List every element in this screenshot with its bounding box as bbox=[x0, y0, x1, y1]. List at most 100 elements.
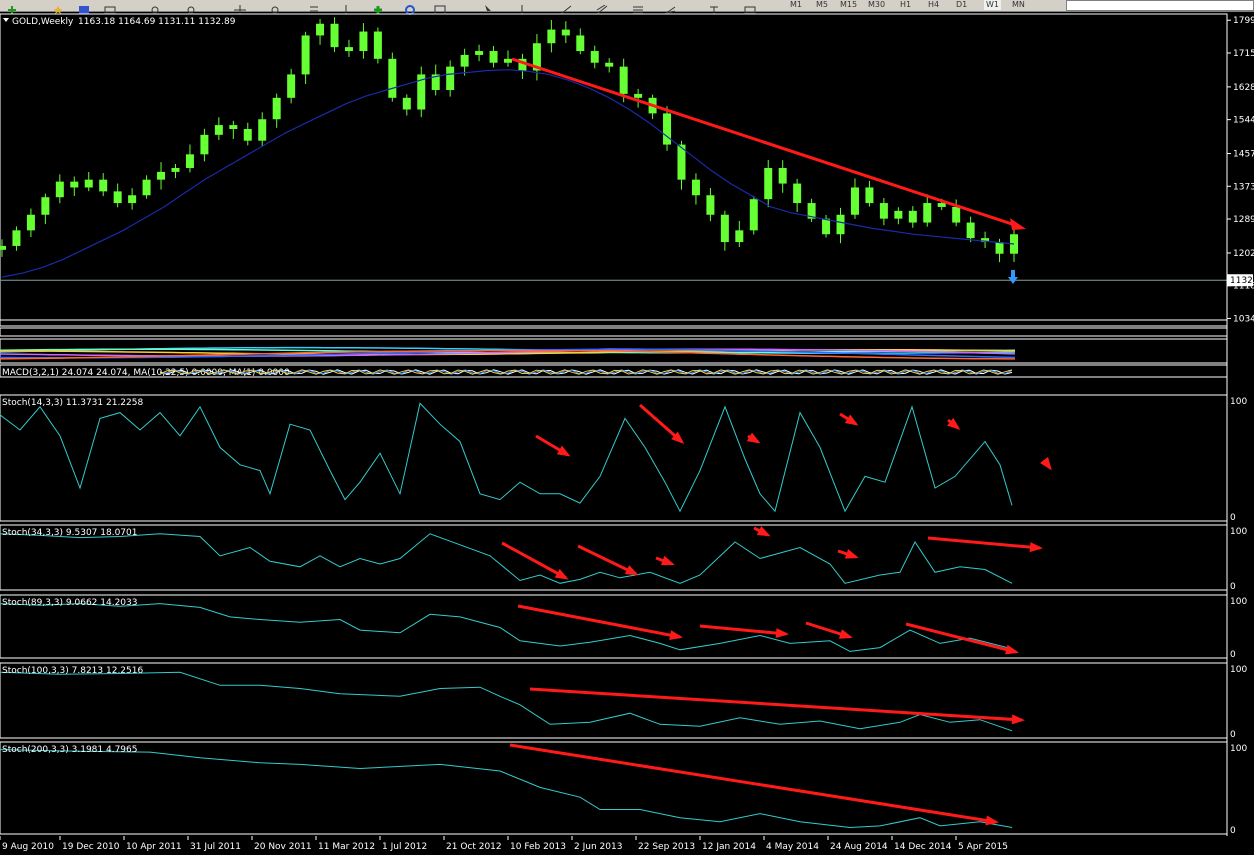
price-tick-label: 1373 bbox=[1233, 182, 1254, 192]
candle-body bbox=[388, 58, 397, 98]
grid-icon[interactable] bbox=[308, 0, 322, 12]
x-tick-label: 4 May 2014 bbox=[766, 842, 819, 852]
trend-arrow-head bbox=[1010, 218, 1026, 230]
timeframe-h4[interactable]: H4 bbox=[928, 0, 939, 10]
stoch-pane-frame bbox=[0, 662, 1228, 739]
candle-body bbox=[41, 197, 50, 215]
channel-icon[interactable] bbox=[596, 0, 610, 15]
price-tick-label: 1289 bbox=[1233, 215, 1254, 225]
timeframe-mn[interactable]: MN bbox=[1012, 0, 1025, 10]
candle-body bbox=[619, 66, 628, 94]
timeframe-m1[interactable]: M1 bbox=[790, 0, 802, 10]
timeframe-d1[interactable]: D1 bbox=[956, 0, 967, 10]
search-input[interactable] bbox=[1066, 0, 1254, 11]
stoch-line bbox=[0, 402, 1013, 513]
stoch-tick-label: 100 bbox=[1230, 665, 1247, 675]
annotation-arrow-head bbox=[1005, 644, 1019, 655]
candle-body bbox=[243, 128, 252, 141]
stoch-pane-frame bbox=[0, 394, 1228, 522]
crosshair-icon[interactable] bbox=[234, 0, 248, 15]
x-tick-label: 21 Oct 2012 bbox=[446, 842, 502, 852]
x-tick-label: 11 Mar 2012 bbox=[318, 842, 375, 852]
timeframe-m30[interactable]: M30 bbox=[868, 0, 885, 10]
candle-body bbox=[70, 181, 79, 188]
candle-body bbox=[200, 134, 209, 155]
timeframe-h1[interactable]: H1 bbox=[900, 0, 911, 10]
zoom-out-icon[interactable] bbox=[186, 0, 200, 14]
annotation-arrow-head bbox=[554, 568, 569, 580]
magnifier-icon[interactable] bbox=[270, 0, 284, 14]
candle-body bbox=[504, 58, 512, 63]
candle-body bbox=[0, 245, 6, 250]
candle-body bbox=[720, 214, 729, 243]
price-tick-label: 1715 bbox=[1233, 49, 1254, 59]
price-tick-label: 1799 bbox=[1233, 16, 1254, 26]
candle-body bbox=[157, 171, 166, 180]
save-icon[interactable] bbox=[78, 0, 92, 14]
expert-advisor-icon[interactable] bbox=[404, 0, 418, 15]
candle-body bbox=[764, 167, 773, 200]
period-separator-icon[interactable] bbox=[340, 0, 354, 15]
candle-body bbox=[937, 203, 946, 207]
candle-body bbox=[359, 31, 368, 52]
trend-arrow bbox=[511, 57, 1019, 228]
x-tick-label: 14 Dec 2014 bbox=[894, 842, 952, 852]
timeframe-m5[interactable]: M5 bbox=[816, 0, 828, 10]
stoch-pane-frame bbox=[0, 524, 1228, 591]
candle-body bbox=[373, 31, 382, 59]
candle-body bbox=[822, 218, 831, 235]
candle-body bbox=[287, 74, 296, 98]
price-tick-label: 1202 bbox=[1233, 249, 1254, 259]
candle-body bbox=[923, 203, 932, 223]
x-tick-label: 20 Nov 2011 bbox=[254, 842, 312, 852]
print-icon[interactable] bbox=[104, 0, 118, 14]
timeframe-m15[interactable]: M15 bbox=[840, 0, 857, 10]
annotation-arrow bbox=[501, 541, 567, 580]
candle-body bbox=[561, 29, 570, 36]
add-indicator-icon[interactable] bbox=[372, 0, 386, 14]
candle-body bbox=[99, 179, 108, 192]
price-tick-label: 1628 bbox=[1233, 83, 1254, 93]
candle-body bbox=[402, 97, 411, 110]
candle-body bbox=[26, 214, 35, 231]
new-chart-icon[interactable] bbox=[6, 0, 20, 14]
chart-area: 1132179917151628154414571373128912021118… bbox=[0, 13, 1254, 852]
price-tick-label: 1457 bbox=[1233, 150, 1254, 160]
fibonacci-icon[interactable] bbox=[632, 0, 646, 14]
candle-body bbox=[691, 179, 700, 196]
stoch-line bbox=[0, 533, 1013, 584]
annotation-arrow-head bbox=[985, 815, 999, 826]
stoch-pane-title: Stoch(100,3,3) 7.8213 12.2516 bbox=[2, 666, 143, 676]
x-tick-label: 10 Apr 2011 bbox=[126, 842, 182, 852]
text-tool-icon[interactable] bbox=[708, 0, 722, 15]
x-tick-label: 12 Jan 2014 bbox=[702, 842, 756, 852]
annotation-arrow-head bbox=[1040, 457, 1052, 471]
chart-template-icon[interactable] bbox=[434, 0, 448, 15]
candle-body bbox=[330, 23, 339, 48]
fibonacci-fan-icon[interactable] bbox=[664, 0, 678, 15]
trendline-icon[interactable] bbox=[560, 0, 574, 15]
annotation-arrow bbox=[517, 604, 681, 639]
zoom-in-icon[interactable] bbox=[150, 0, 164, 14]
candle-body bbox=[55, 181, 64, 198]
cursor-icon[interactable] bbox=[482, 0, 496, 11]
candle-body bbox=[706, 195, 715, 215]
annotation-arrow-head bbox=[556, 445, 571, 457]
timeframe-w1[interactable]: W1 bbox=[984, 0, 1001, 10]
candle-body bbox=[850, 187, 859, 215]
candle-body bbox=[229, 125, 238, 129]
stoch-tick-label: 0 bbox=[1230, 826, 1236, 836]
stoch-tick-label: 0 bbox=[1230, 582, 1236, 592]
label-tool-icon[interactable] bbox=[744, 0, 758, 14]
stoch-line bbox=[0, 603, 1013, 652]
x-tick-label: 10 Feb 2013 bbox=[510, 842, 566, 852]
vertical-line-icon[interactable] bbox=[516, 0, 530, 15]
buy-arrow-icon bbox=[1008, 270, 1018, 284]
favorites-icon[interactable] bbox=[52, 0, 66, 14]
annotation-arrow-head bbox=[844, 414, 859, 426]
annotation-arrow-head bbox=[669, 630, 683, 641]
candle-body bbox=[590, 51, 599, 63]
candle-body bbox=[128, 195, 137, 204]
stoch-pane-title: Stoch(14,3,3) 11.3731 21.2258 bbox=[2, 398, 143, 408]
candle-body bbox=[576, 35, 585, 52]
